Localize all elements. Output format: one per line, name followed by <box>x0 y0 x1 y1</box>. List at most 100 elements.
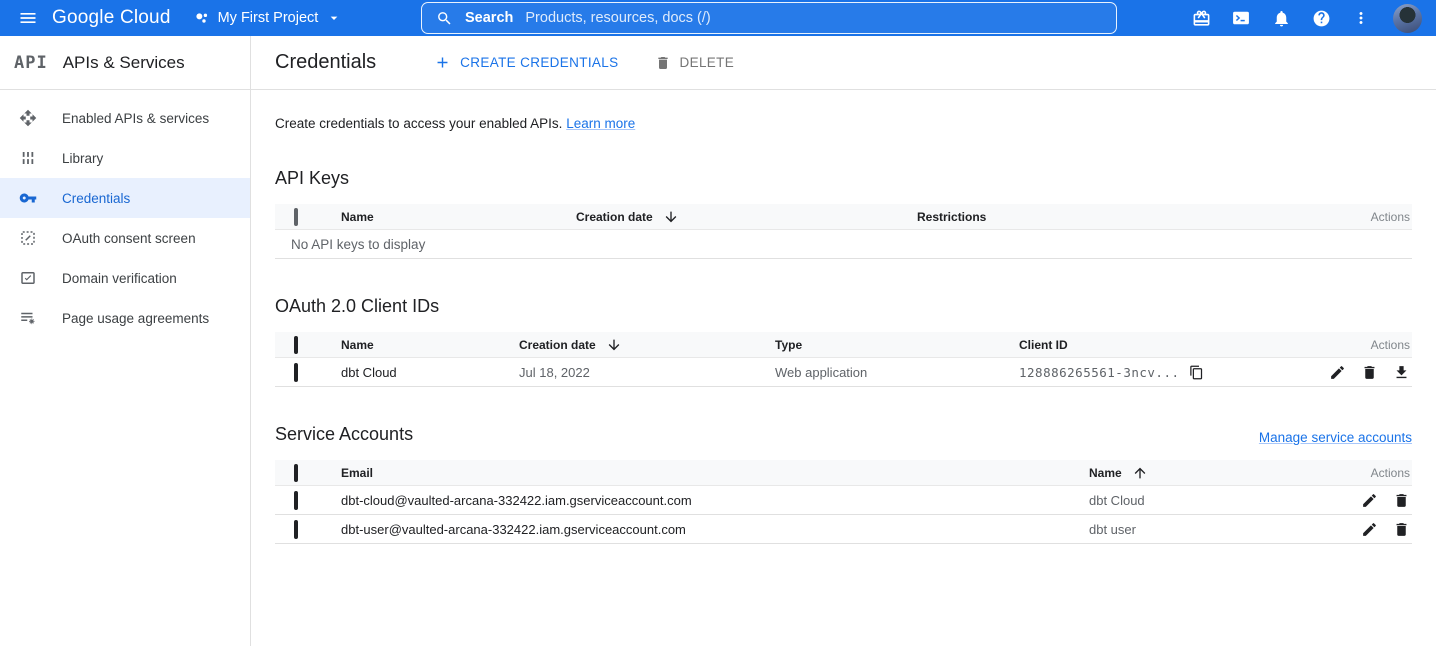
learn-more-link[interactable]: Learn more <box>566 116 635 131</box>
sidebar: Enabled APIs & services Library Credenti… <box>0 90 251 646</box>
oauth-clients-title: OAuth 2.0 Client IDs <box>275 296 439 317</box>
delete-icon[interactable] <box>1361 364 1378 381</box>
column-header-creation-date[interactable]: Creation date <box>576 210 653 224</box>
help-icon[interactable] <box>1303 0 1339 36</box>
oauth-clients-table: Name Creation date Type Client ID Action… <box>275 332 1412 387</box>
cloud-shell-icon[interactable] <box>1223 0 1259 36</box>
table-row: dbt-user@vaulted-arcana-332422.iam.gserv… <box>275 515 1412 544</box>
column-header-name[interactable]: Name <box>1089 466 1122 480</box>
select-all-checkbox[interactable] <box>294 336 298 354</box>
service-accounts-table: Email Name Actions dbt-cloud@vaulted-arc… <box>275 460 1412 544</box>
product-title: APIs & Services <box>63 53 185 73</box>
api-keys-table: Name Creation date Restrictions Actions … <box>275 204 1412 259</box>
top-app-bar: Google Cloud My First Project Search Pro… <box>0 0 1436 36</box>
edit-icon[interactable] <box>1361 492 1378 509</box>
sidebar-item-page-usage-agreements[interactable]: Page usage agreements <box>0 298 250 338</box>
sidebar-item-oauth-consent[interactable]: OAuth consent screen <box>0 218 250 258</box>
column-header-actions: Actions <box>1302 338 1412 352</box>
credentials-header: Credentials CREATE CREDENTIALS DELETE <box>251 36 1436 89</box>
oauth-table-header: Name Creation date Type Client ID Action… <box>275 332 1412 358</box>
column-header-name[interactable]: Name <box>341 338 519 352</box>
hamburger-menu-icon[interactable] <box>10 0 46 36</box>
create-credentials-button[interactable]: CREATE CREDENTIALS <box>434 54 618 71</box>
sidebar-item-label: Credentials <box>62 191 130 206</box>
chevron-down-icon <box>326 10 342 26</box>
empty-state-text: No API keys to display <box>275 237 1412 252</box>
oauth-consent-icon <box>19 229 37 247</box>
api-product-icon: API <box>14 53 48 73</box>
table-row: dbt-cloud@vaulted-arcana-332422.iam.gser… <box>275 486 1412 515</box>
delete-label: DELETE <box>680 55 735 70</box>
sidebar-item-domain-verification[interactable]: Domain verification <box>0 258 250 298</box>
select-all-checkbox[interactable] <box>294 208 298 226</box>
sidebar-item-enabled-apis[interactable]: Enabled APIs & services <box>0 98 250 138</box>
column-header-actions: Actions <box>1312 210 1412 224</box>
service-accounts-table-header: Email Name Actions <box>275 460 1412 486</box>
select-all-checkbox[interactable] <box>294 464 298 482</box>
search-input[interactable]: Search Products, resources, docs (/) <box>421 2 1117 34</box>
column-header-name[interactable]: Name <box>341 210 576 224</box>
api-keys-empty-row: No API keys to display <box>275 230 1412 259</box>
row-checkbox[interactable] <box>294 491 298 510</box>
sidebar-item-credentials[interactable]: Credentials <box>0 178 250 218</box>
service-account-email: dbt-cloud@vaulted-arcana-332422.iam.gser… <box>341 493 1089 508</box>
client-id-value: 128886265561-3ncv... <box>1019 365 1180 380</box>
sidebar-item-label: Page usage agreements <box>62 311 209 326</box>
delete-icon[interactable] <box>1393 492 1410 509</box>
api-keys-title: API Keys <box>275 168 349 189</box>
service-account-email: dbt-user@vaulted-arcana-332422.iam.gserv… <box>341 522 1089 537</box>
column-header-type[interactable]: Type <box>775 338 1019 352</box>
sort-desc-icon[interactable] <box>606 337 622 353</box>
key-icon <box>19 189 37 207</box>
column-header-client-id[interactable]: Client ID <box>1019 338 1302 352</box>
delete-icon[interactable] <box>1393 521 1410 538</box>
page-usage-icon <box>19 309 37 327</box>
sidebar-item-library[interactable]: Library <box>0 138 250 178</box>
more-vert-icon[interactable] <box>1343 0 1379 36</box>
sidebar-item-label: Library <box>62 151 103 166</box>
intro-text: Create credentials to access your enable… <box>275 116 562 131</box>
page-header: API APIs & Services Credentials CREATE C… <box>0 36 1436 90</box>
bell-icon[interactable] <box>1263 0 1299 36</box>
create-credentials-label: CREATE CREDENTIALS <box>460 55 618 70</box>
row-checkbox[interactable] <box>294 520 298 539</box>
topbar-actions <box>1183 0 1426 36</box>
sidebar-item-label: Domain verification <box>62 271 177 286</box>
column-header-restrictions[interactable]: Restrictions <box>917 210 1312 224</box>
avatar[interactable] <box>1393 4 1422 33</box>
delete-button[interactable]: DELETE <box>655 55 735 71</box>
plus-icon <box>434 54 451 71</box>
sidebar-item-label: Enabled APIs & services <box>62 111 209 126</box>
service-account-name: dbt Cloud <box>1089 493 1322 508</box>
download-icon[interactable] <box>1393 364 1410 381</box>
project-icon <box>193 10 210 27</box>
search-placeholder: Products, resources, docs (/) <box>525 10 710 26</box>
edit-icon[interactable] <box>1329 364 1346 381</box>
row-checkbox[interactable] <box>294 363 298 382</box>
service-accounts-title: Service Accounts <box>275 424 413 445</box>
column-header-email[interactable]: Email <box>341 466 1089 480</box>
page-title: Credentials <box>275 51 376 74</box>
trash-icon <box>655 55 671 71</box>
search-icon <box>436 10 453 27</box>
library-icon <box>19 149 37 167</box>
column-header-actions: Actions <box>1322 466 1412 480</box>
client-type: Web application <box>775 365 1019 380</box>
sort-desc-icon[interactable] <box>663 209 679 225</box>
api-keys-table-header: Name Creation date Restrictions Actions <box>275 204 1412 230</box>
sidebar-item-label: OAuth consent screen <box>62 231 196 246</box>
edit-icon[interactable] <box>1361 521 1378 538</box>
domain-verification-icon <box>19 269 37 287</box>
project-selector[interactable]: My First Project <box>187 6 349 31</box>
search-label: Search <box>465 10 513 26</box>
manage-service-accounts-link[interactable]: Manage service accounts <box>1259 430 1412 445</box>
copy-icon[interactable] <box>1189 365 1204 380</box>
enabled-apis-icon <box>19 109 37 127</box>
table-row: dbt Cloud Jul 18, 2022 Web application 1… <box>275 358 1412 387</box>
service-account-name: dbt user <box>1089 522 1322 537</box>
gift-icon[interactable] <box>1183 0 1219 36</box>
sort-asc-icon[interactable] <box>1132 465 1148 481</box>
client-name: dbt Cloud <box>341 365 519 380</box>
column-header-creation-date[interactable]: Creation date <box>519 338 596 352</box>
google-cloud-logo[interactable]: Google Cloud <box>52 7 171 29</box>
